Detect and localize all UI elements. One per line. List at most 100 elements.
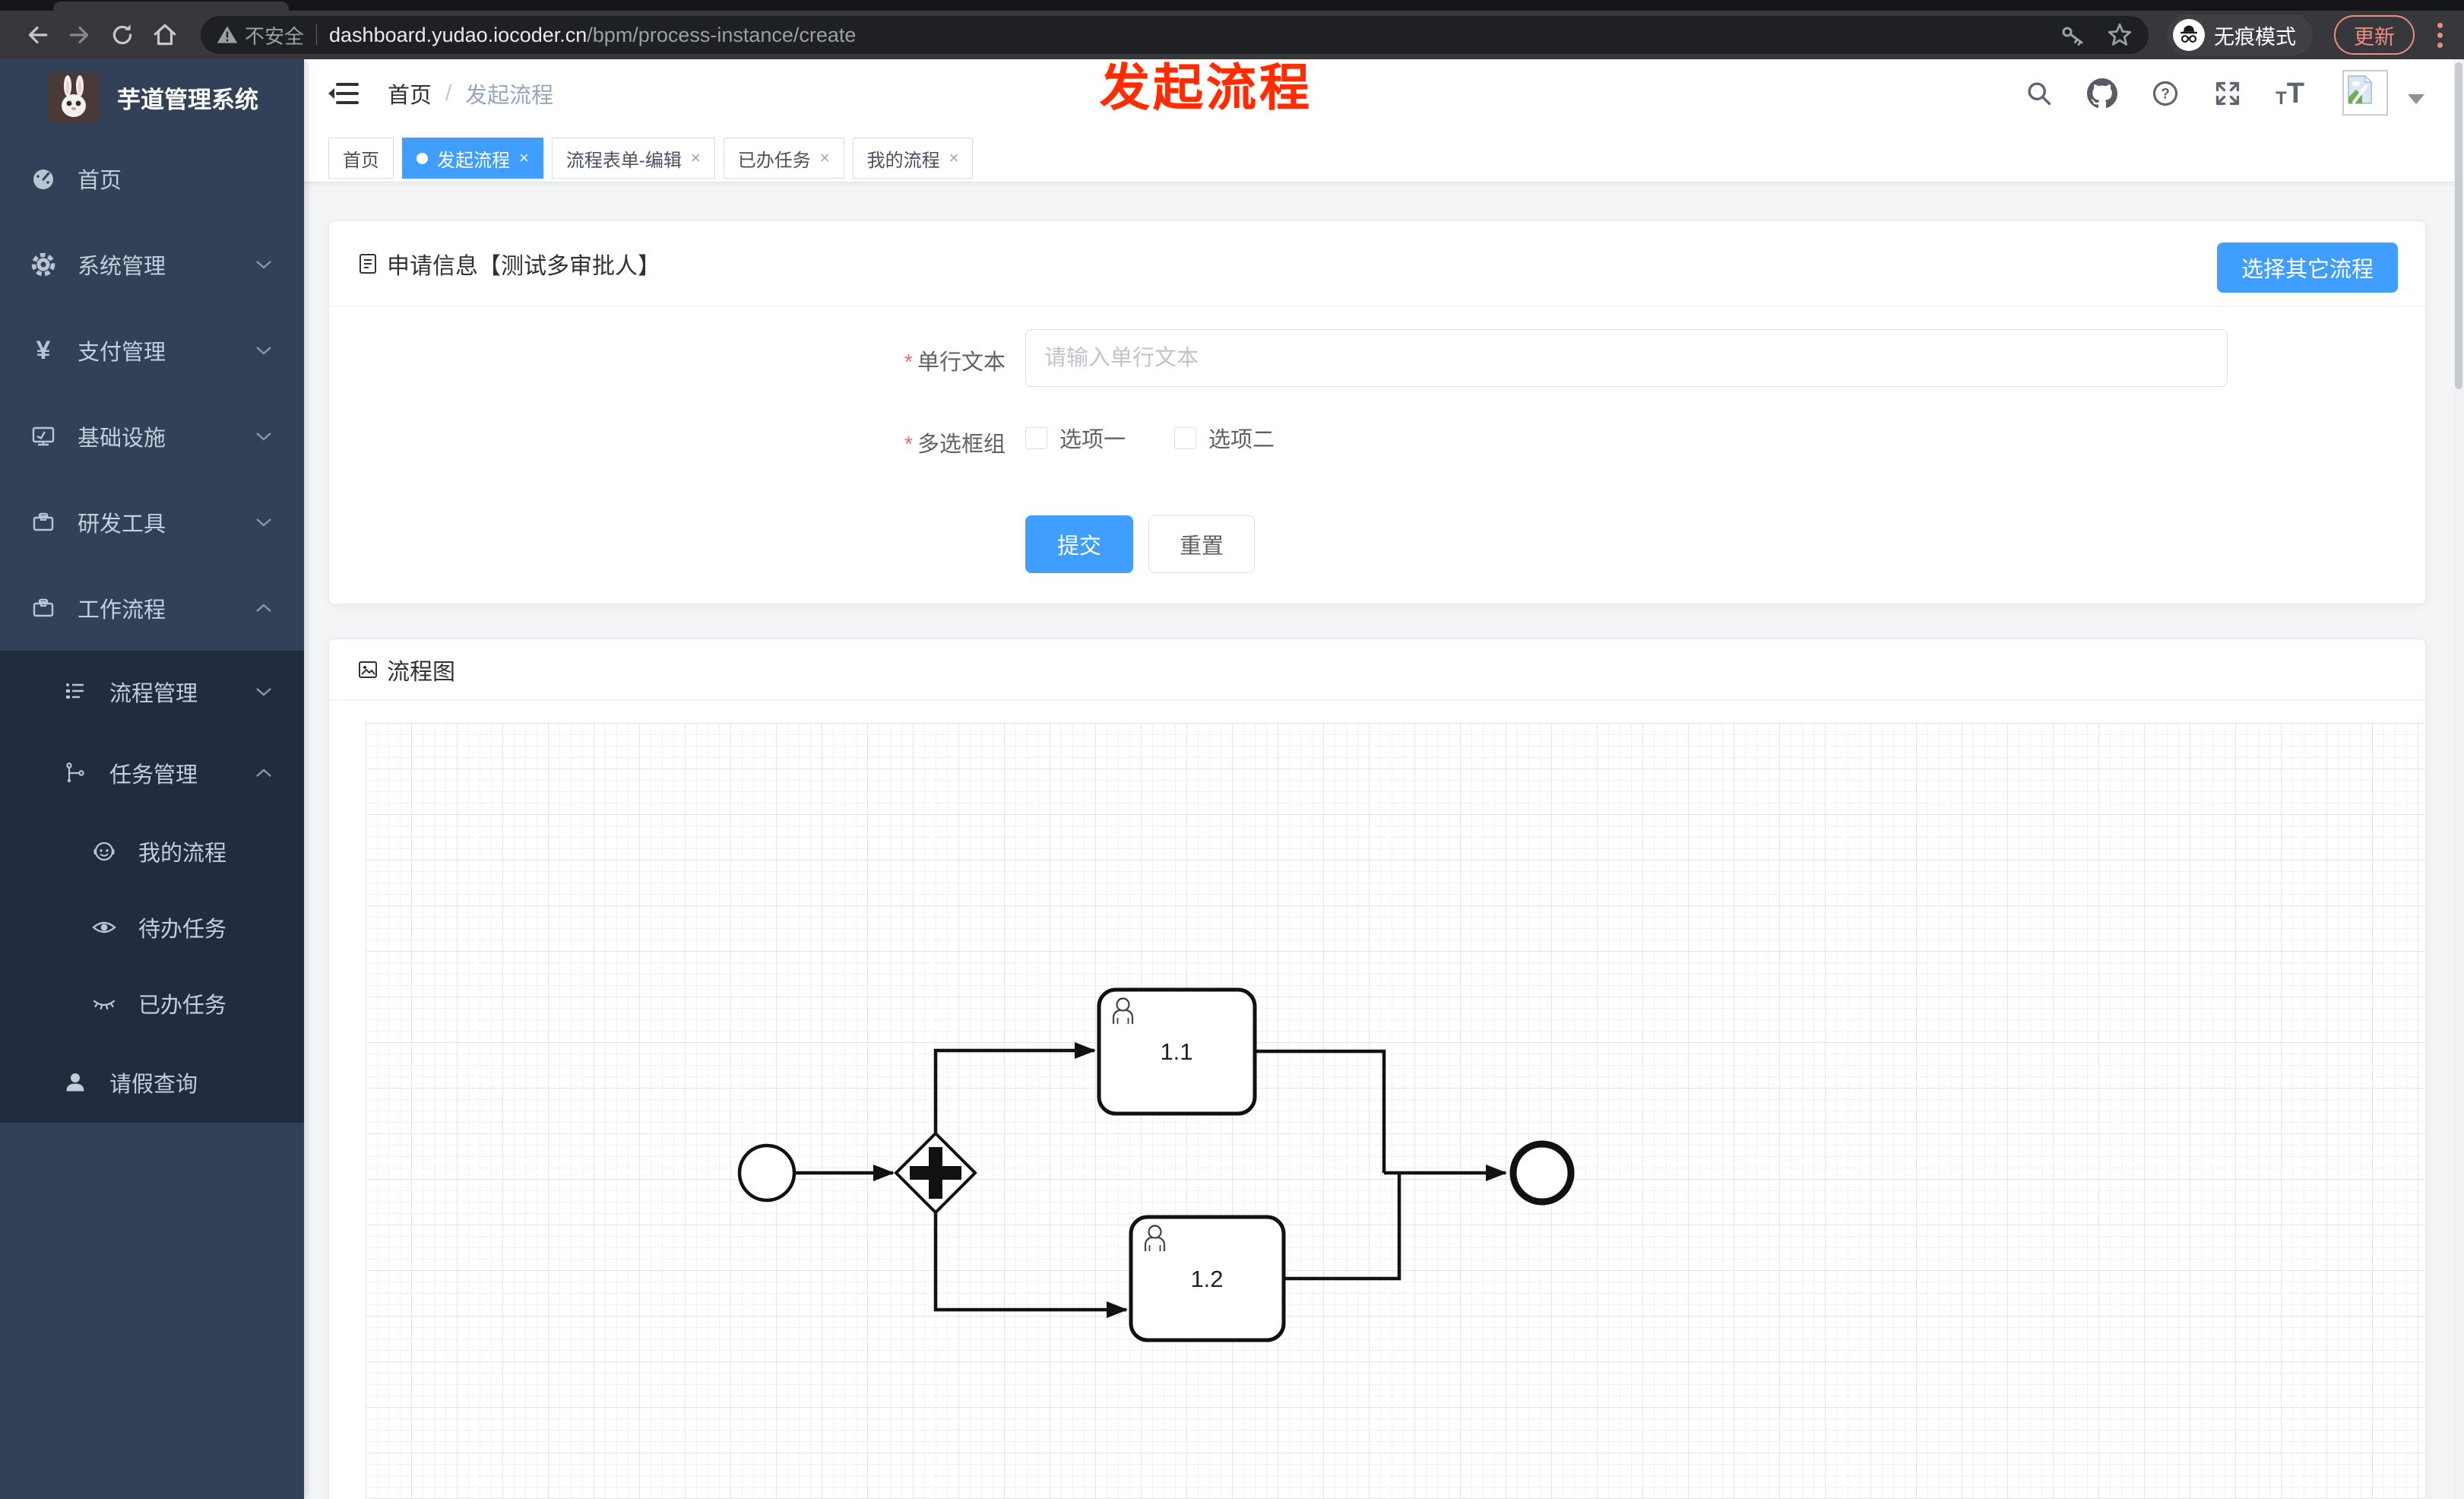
help-icon[interactable]: ? bbox=[2151, 79, 2180, 108]
bookmark-star-icon[interactable] bbox=[2106, 21, 2133, 49]
tab-form-edit[interactable]: 流程表单-编辑 × bbox=[551, 138, 715, 179]
sidebar-item-system[interactable]: 系统管理 bbox=[0, 221, 304, 307]
submit-button[interactable]: 提交 bbox=[1025, 515, 1133, 573]
reset-button[interactable]: 重置 bbox=[1148, 515, 1255, 573]
bpmn-canvas[interactable]: 1.1 1.2 bbox=[366, 723, 2425, 1499]
page-header: 首页 / 发起流程 ? T T bbox=[304, 59, 2464, 128]
bpmn-end-event[interactable] bbox=[1509, 1140, 1575, 1206]
avatar[interactable] bbox=[2342, 70, 2388, 116]
checkbox-option-1[interactable]: 选项一 bbox=[1025, 422, 1126, 454]
sidebar-item-devtools[interactable]: 研发工具 bbox=[0, 479, 304, 565]
browser-menu-icon[interactable] bbox=[2437, 22, 2443, 48]
tab-close-icon[interactable]: × bbox=[691, 148, 701, 168]
checkbox-group: 选项一 选项二 bbox=[1025, 416, 1275, 460]
security-label[interactable]: 不安全 bbox=[245, 21, 304, 49]
required-mark: * bbox=[904, 350, 913, 375]
breadcrumb-separator: / bbox=[445, 81, 452, 106]
face-icon bbox=[91, 838, 117, 864]
checkbox-option-label: 选项二 bbox=[1208, 428, 1275, 452]
bpmn-start-event[interactable] bbox=[737, 1143, 797, 1203]
url-divider bbox=[316, 24, 318, 46]
flow-diagram-card: 流程图 1.1 1.2 bbox=[328, 639, 2426, 1499]
required-mark: * bbox=[904, 433, 913, 457]
scrollbar-thumb[interactable] bbox=[2455, 62, 2462, 389]
page-scrollbar[interactable] bbox=[2453, 59, 2464, 1499]
apply-card-title: 申请信息【测试多审批人】 bbox=[387, 253, 660, 279]
sidebar-fold-icon[interactable] bbox=[327, 80, 360, 107]
url-path: /bpm/process-instance/create bbox=[587, 23, 857, 46]
bpmn-user-task-2[interactable]: 1.2 bbox=[1129, 1215, 1286, 1342]
tab-my-process[interactable]: 我的流程 × bbox=[852, 138, 974, 179]
sidebar-item-label: 首页 bbox=[78, 168, 122, 193]
flow-gateway-to-task1 bbox=[933, 1042, 1096, 1133]
tab-label: 首页 bbox=[343, 150, 379, 171]
tab-start-process[interactable]: 发起流程 × bbox=[402, 138, 543, 179]
sidebar-item-label: 基础设施 bbox=[78, 426, 166, 451]
apply-card-header: 申请信息【测试多审批人】 bbox=[329, 221, 2425, 306]
sidebar-item-infra[interactable]: 基础设施 bbox=[0, 393, 304, 479]
tab-close-icon[interactable]: × bbox=[519, 148, 529, 168]
sidebar-item-label: 工作流程 bbox=[78, 597, 166, 623]
search-icon[interactable] bbox=[2025, 79, 2054, 108]
bpmn-parallel-gateway[interactable] bbox=[894, 1131, 977, 1215]
tab-done-tasks[interactable]: 已办任务 × bbox=[723, 138, 844, 179]
breadcrumb-home[interactable]: 首页 bbox=[388, 78, 432, 109]
warning-icon bbox=[217, 26, 238, 43]
flow-gateway-to-task2 bbox=[933, 1212, 1128, 1318]
incognito-icon bbox=[2173, 19, 2205, 51]
chevron-up-icon bbox=[255, 603, 272, 613]
home-button[interactable] bbox=[147, 17, 182, 52]
sidebar-item-leave-query[interactable]: 请假查询 bbox=[0, 1041, 304, 1123]
sidebar-item-payment[interactable]: ¥ 支付管理 bbox=[0, 307, 304, 393]
incognito-badge: 无痕模式 bbox=[2167, 14, 2313, 55]
url-host: dashboard.yudao.iocoder.cn bbox=[329, 23, 587, 46]
avatar-dropdown-caret[interactable] bbox=[2408, 94, 2424, 104]
font-size-icon[interactable]: TT bbox=[2276, 79, 2304, 108]
flow-card-title: 流程图 bbox=[387, 659, 455, 685]
tab-close-icon[interactable]: × bbox=[820, 148, 830, 168]
broken-image-icon bbox=[2348, 74, 2373, 105]
sidebar-item-label: 已办任务 bbox=[138, 994, 227, 1018]
browser-tab-strip bbox=[0, 0, 2464, 11]
active-tab-dot bbox=[416, 152, 428, 164]
browser-update-button[interactable]: 更新 bbox=[2334, 15, 2415, 55]
sidebar-item-workflow[interactable]: 工作流程 bbox=[0, 565, 304, 651]
sidebar-submenu-workflow: 流程管理 任务管理 我的流程 待办任务 已办任务 请假查询 bbox=[0, 651, 304, 1123]
chevron-down-icon bbox=[255, 687, 272, 696]
bpmn-diagram: 1.1 1.2 bbox=[737, 987, 1575, 1342]
single-line-text-input[interactable] bbox=[1025, 329, 2228, 387]
monitor-icon bbox=[30, 423, 56, 449]
gear-icon bbox=[30, 252, 56, 277]
tab-home[interactable]: 首页 bbox=[328, 138, 394, 179]
app-logo[interactable]: 芋道管理系统 bbox=[0, 59, 304, 135]
chevron-down-icon bbox=[255, 260, 272, 269]
sidebar-item-todo-tasks[interactable]: 待办任务 bbox=[0, 889, 304, 965]
sidebar-item-my-process[interactable]: 我的流程 bbox=[0, 813, 304, 889]
tab-close-icon[interactable]: × bbox=[949, 148, 959, 168]
sidebar-item-done-tasks[interactable]: 已办任务 bbox=[0, 965, 304, 1041]
sidebar-item-home[interactable]: 首页 bbox=[0, 135, 304, 221]
checkbox-icon[interactable] bbox=[1174, 426, 1197, 449]
list-icon bbox=[62, 679, 88, 705]
choose-other-process-button[interactable]: 选择其它流程 bbox=[2216, 242, 2398, 293]
task-label: 1.2 bbox=[1190, 1266, 1223, 1292]
back-button[interactable] bbox=[20, 17, 55, 52]
github-icon[interactable] bbox=[2087, 78, 2118, 109]
sidebar-item-task-mgmt[interactable]: 任务管理 bbox=[0, 732, 304, 813]
sidebar-item-process-mgmt[interactable]: 流程管理 bbox=[0, 651, 304, 732]
checkbox-option-2[interactable]: 选项二 bbox=[1174, 422, 1275, 454]
document-icon bbox=[359, 253, 376, 274]
sidebar-menu: 首页 系统管理 ¥ 支付管理 基础设施 研发工具 工作流程 流程管理 任务管理 … bbox=[0, 135, 304, 1123]
url-text[interactable]: dashboard.yudao.iocoder.cn/bpm/process-i… bbox=[329, 24, 2051, 47]
refresh-button[interactable] bbox=[105, 17, 140, 52]
fullscreen-icon[interactable] bbox=[2213, 79, 2242, 108]
eye-closed-icon bbox=[91, 990, 117, 1016]
checkbox-icon[interactable] bbox=[1025, 426, 1047, 449]
chevron-down-icon bbox=[255, 346, 272, 355]
checkbox-group-label: * 多选框组 bbox=[904, 433, 1006, 457]
forward-button[interactable] bbox=[62, 17, 97, 52]
checkbox-option-label: 选项一 bbox=[1059, 428, 1126, 452]
bpmn-user-task-1[interactable]: 1.1 bbox=[1097, 987, 1257, 1116]
password-key-icon[interactable] bbox=[2060, 22, 2086, 48]
browser-active-tab[interactable] bbox=[53, 2, 289, 11]
